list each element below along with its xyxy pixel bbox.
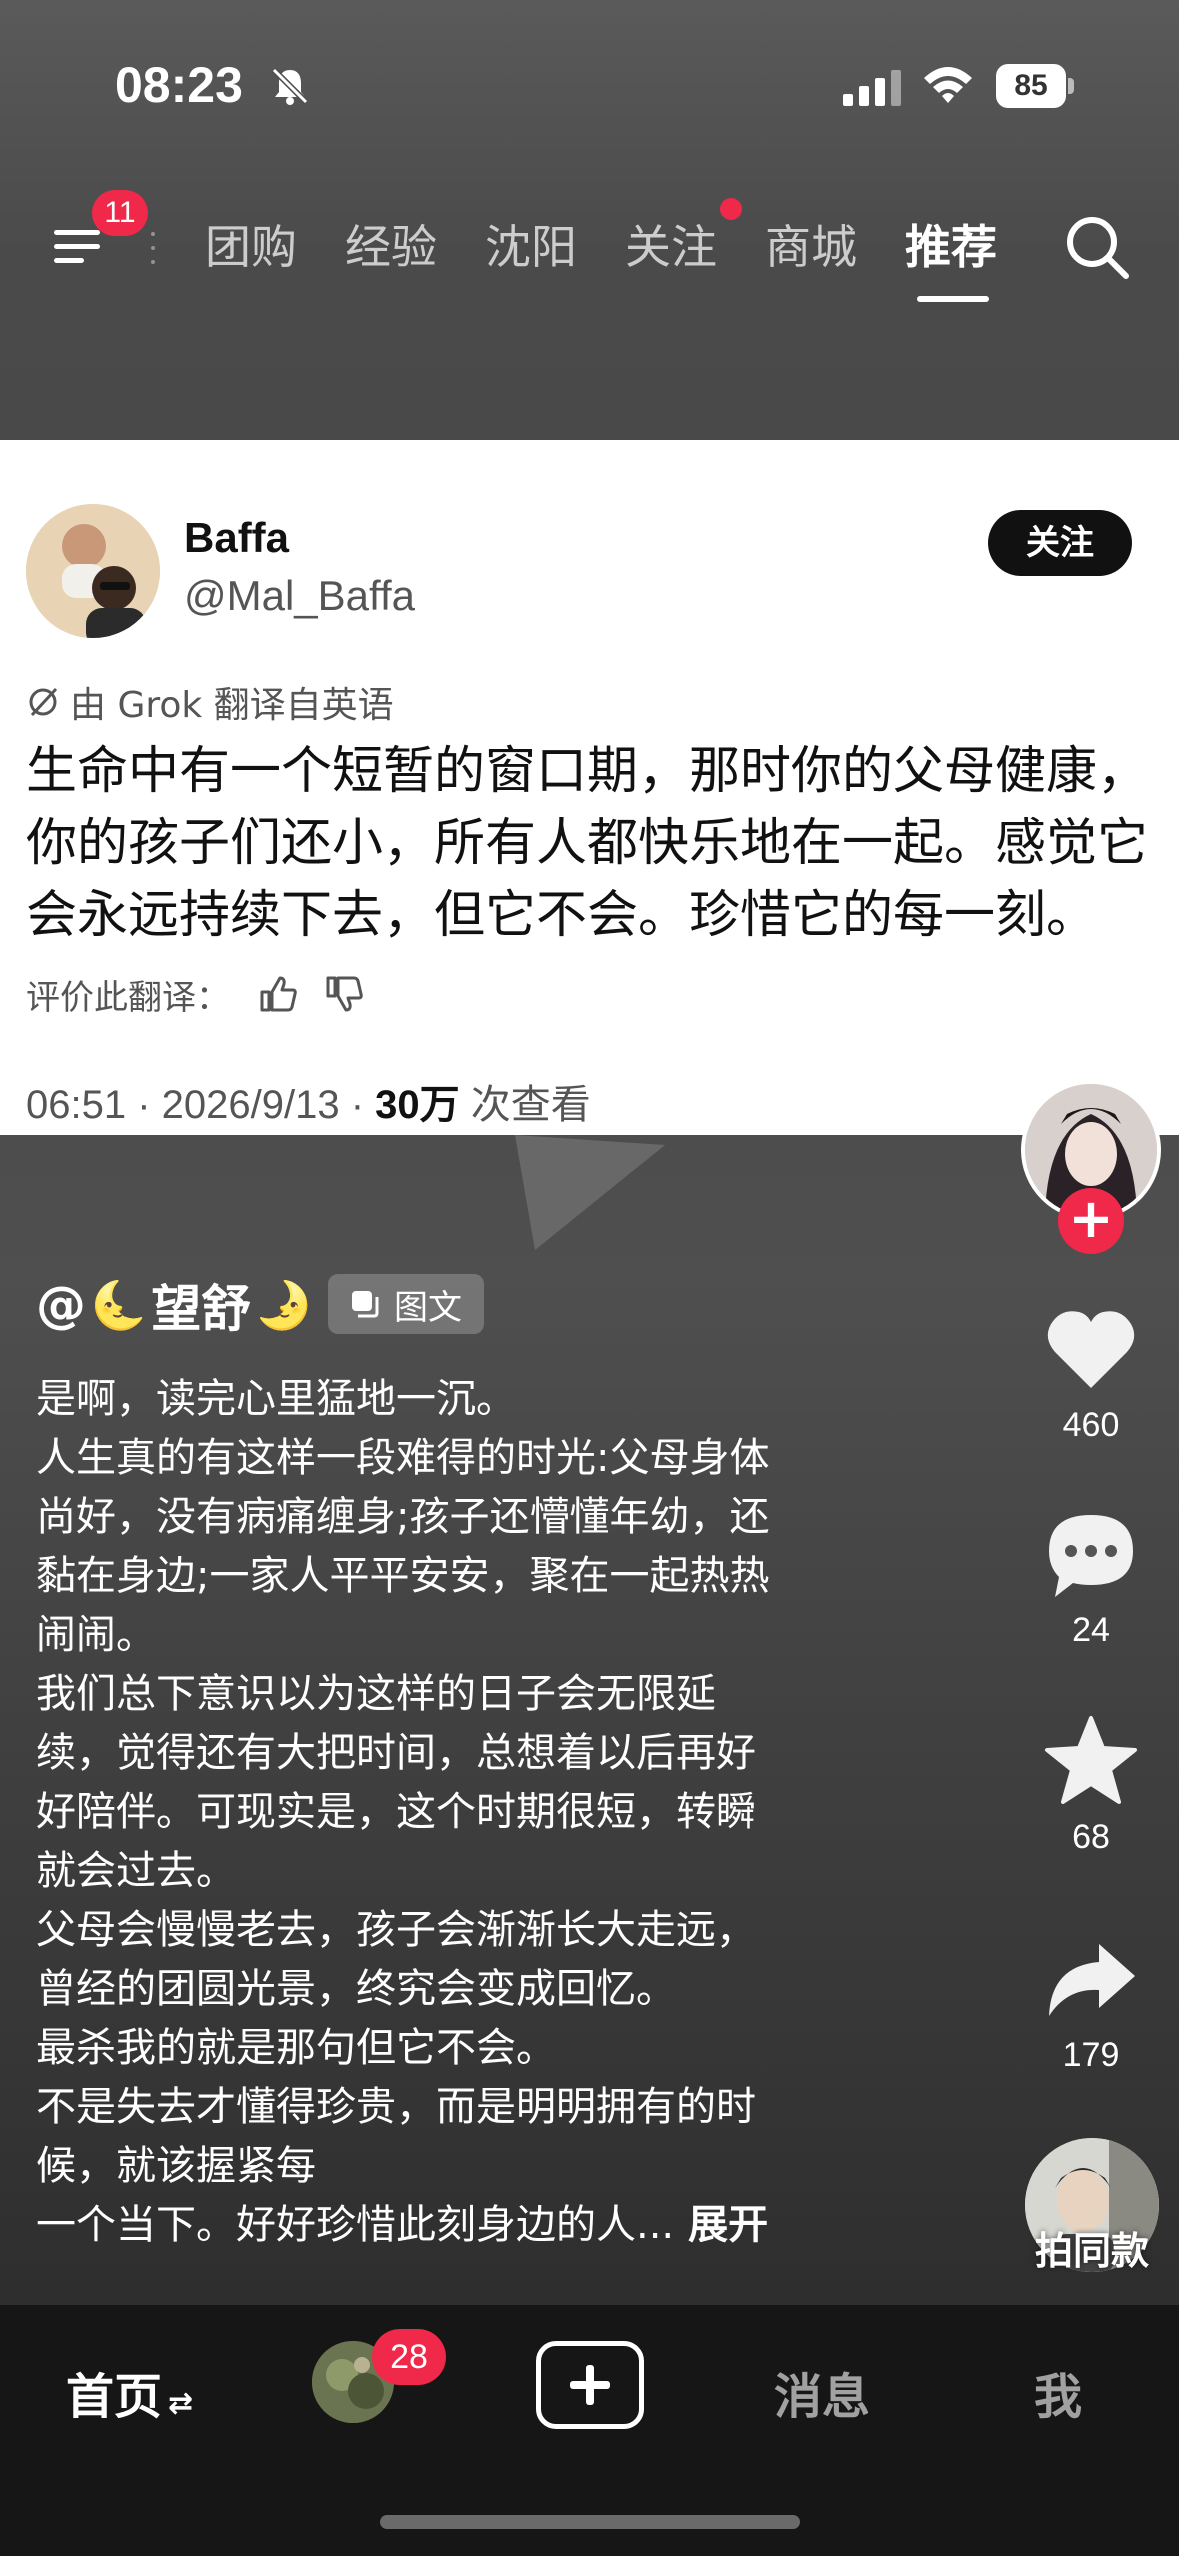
caption-line: 不是失去才懂得珍贵，而是明明拥有的时 xyxy=(36,2084,756,2130)
caption-line: 就会过去。 xyxy=(36,1848,236,1894)
create-post-button[interactable] xyxy=(536,2341,644,2429)
translation-note-text: 由 Grok 翻译自英语 xyxy=(70,685,394,726)
like-button[interactable]: 460 xyxy=(1031,1300,1151,1445)
plus-icon xyxy=(570,2365,610,2405)
following-dot-badge xyxy=(720,198,742,220)
comment-icon xyxy=(1049,1515,1133,1597)
author-handle: @Mal_Baffa xyxy=(184,572,415,619)
tweet-text-line: 你的孩子们还小，所有人都快乐地在一起。感觉它 xyxy=(26,814,1149,873)
image-text-tag: 图文 xyxy=(328,1274,484,1334)
like-count: 460 xyxy=(1062,1406,1120,1444)
bottom-nav: 首页 ⇄ 28 消息 我 xyxy=(0,2305,1179,2556)
image-text-tag-label: 图文 xyxy=(394,1287,462,1328)
search-icon[interactable] xyxy=(1062,212,1132,282)
tweet-meta: 06:51 · 2026/9/13 · 30万 次查看 xyxy=(26,1072,591,1130)
caption-line: 是啊，读完心里猛地一沉。 xyxy=(36,1376,516,1422)
expand-button[interactable]: 展开 xyxy=(688,2202,768,2248)
translation-note: 由 Grok 翻译自英语 xyxy=(26,676,394,728)
nav-home[interactable]: 首页 ⇄ xyxy=(66,2357,193,2427)
caption-line: 人生真的有这样一段难得的时光:父母身体 xyxy=(36,1435,770,1481)
tab-mall[interactable]: 商城 xyxy=(765,212,857,282)
comment-button[interactable]: 24 xyxy=(1031,1505,1151,1650)
battery-tip xyxy=(1068,78,1074,94)
friends-badge: 28 xyxy=(372,2329,446,2385)
tweet-follow-button[interactable]: 关注 xyxy=(988,510,1132,576)
tweet-text-line: 会永远持续下去，但它不会。珍惜它的每一刻。 xyxy=(26,886,1098,945)
nav-home-label: 首页 xyxy=(66,2369,163,2425)
post-author-prefix: @ xyxy=(36,1276,86,1334)
caption-line: 曾经的团圆光景，终究会变成回忆。 xyxy=(36,1966,676,2012)
author-name: Baffa xyxy=(184,514,290,561)
tab-group-buy[interactable]: 团购 xyxy=(205,212,297,282)
nav-me[interactable]: 我 xyxy=(1034,2357,1082,2427)
top-nav: 11 团购 经验 沈阳 关注 商城 推荐 xyxy=(0,190,1179,310)
tab-shenyang[interactable]: 沈阳 xyxy=(485,212,577,282)
star-icon xyxy=(1045,1716,1137,1804)
moon-right-icon: 🌛 xyxy=(255,1277,313,1332)
author-avatar-image xyxy=(26,504,160,638)
share-arrow-icon xyxy=(1049,1944,1135,2016)
caption-line: 黏在身边;一家人平平安安，聚在一起热热 xyxy=(36,1553,770,1599)
pages-icon xyxy=(352,1291,379,1318)
post-author[interactable]: @ 🌜 望舒 🌛 xyxy=(36,1270,317,1340)
signal-icon xyxy=(843,70,901,106)
tab-experience[interactable]: 经验 xyxy=(345,212,437,282)
tweet-screenshot-card[interactable]: Baffa @Mal_Baffa 关注 由 Grok 翻译自英语 生命中有一个短… xyxy=(0,440,1179,1135)
status-bar: 08:23 85 xyxy=(0,0,1179,170)
tweet-text: 生命中有一个短暂的窗口期，那时你的父母健康， 你的孩子们还小，所有人都快乐地在一… xyxy=(26,736,1156,952)
wifi-icon xyxy=(924,67,972,103)
status-time: 08:23 xyxy=(115,57,243,113)
tweet-text-line: 生命中有一个短暂的窗口期，那时你的父母健康， xyxy=(26,742,1149,801)
share-button[interactable]: 179 xyxy=(1031,1930,1151,2075)
rate-translation-row: 评价此翻译： xyxy=(26,964,366,1024)
favorite-count: 68 xyxy=(1072,1818,1110,1856)
grok-icon xyxy=(29,687,58,717)
bell-muted-icon xyxy=(271,67,309,105)
menu-badge: 11 xyxy=(92,190,148,236)
tweet-timestamp: 06:51 · 2026/9/13 · xyxy=(26,1083,376,1127)
rate-translation-label: 评价此翻译： xyxy=(26,977,230,1018)
tab-following[interactable]: 关注 xyxy=(625,212,717,282)
thumbs-down-icon[interactable] xyxy=(322,972,366,1016)
caption-last-line: 一个当下。好好珍惜此刻身边的人... 展开 xyxy=(36,2196,896,2255)
caption-line: 好陪伴。可现实是，这个时期很短，转瞬 xyxy=(36,1789,756,1835)
post-author-name: 望舒 xyxy=(151,1280,252,1338)
tab-recommend[interactable]: 推荐 xyxy=(905,212,997,282)
caption-line: 一个当下。好好珍惜此刻身边的人... xyxy=(36,2202,675,2248)
battery-icon: 85 xyxy=(996,64,1074,108)
refresh-arrows-icon: ⇄ xyxy=(168,2386,194,2421)
comment-count: 24 xyxy=(1072,1611,1110,1649)
caption-line: 续，觉得还有大把时间，总想着以后再好 xyxy=(36,1730,756,1776)
home-indicator xyxy=(380,2515,800,2529)
post-caption: 是啊，读完心里猛地一沉。 人生真的有这样一段难得的时光:父母身体 尚好，没有病痛… xyxy=(36,1370,896,2255)
caption-line: 我们总下意识以为这样的日子会无限延 xyxy=(36,1671,716,1717)
thumbs-up-icon[interactable] xyxy=(256,972,300,1016)
caption-line: 闹闹。 xyxy=(36,1612,156,1658)
tweet-view-suffix: 次查看 xyxy=(459,1083,591,1127)
app-screen: 08:23 85 11 团购 经验 沈阳 关注 商城 推荐 Baffa @Mal… xyxy=(0,0,1179,2556)
moon-left-icon: 🌜 xyxy=(90,1277,148,1332)
active-tab-indicator xyxy=(917,296,989,302)
heart-icon xyxy=(1047,1311,1135,1388)
caption-line: 候，就该握紧每 xyxy=(36,2143,316,2189)
battery-level: 85 xyxy=(996,64,1066,108)
caption-line: 父母会慢慢老去，孩子会渐渐长大走远， xyxy=(36,1907,756,1953)
share-count: 179 xyxy=(1062,2036,1120,2074)
separator-dots xyxy=(151,232,155,264)
tweet-view-count: 30万 xyxy=(375,1083,460,1127)
nav-messages[interactable]: 消息 xyxy=(774,2357,870,2427)
favorite-button[interactable]: 68 xyxy=(1031,1712,1151,1857)
caption-line: 尚好，没有病痛缠身;孩子还懵懂年幼，还 xyxy=(36,1494,770,1540)
follow-creator-button[interactable]: + xyxy=(1058,1188,1124,1254)
author-avatar[interactable] xyxy=(26,504,160,638)
same-style-label[interactable]: 拍同款 xyxy=(1030,2220,1154,2275)
play-icon xyxy=(515,1135,665,1250)
caption-line: 最杀我的就是那句但它不会。 xyxy=(36,2025,556,2071)
